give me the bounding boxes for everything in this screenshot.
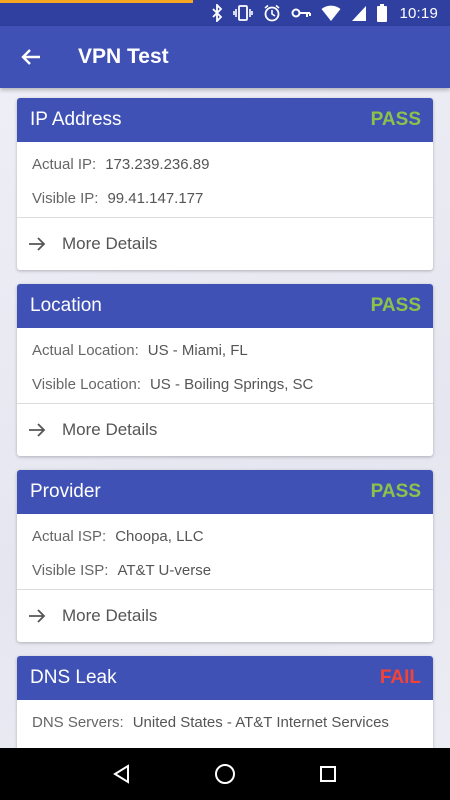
more-details-label: More Details bbox=[62, 420, 158, 439]
battery-icon bbox=[377, 4, 388, 22]
row-value: US - Boiling Springs, SC bbox=[149, 375, 314, 393]
recents-square-icon bbox=[320, 766, 337, 782]
vpn-key-icon bbox=[291, 8, 312, 18]
back-button[interactable] bbox=[0, 26, 62, 88]
card-title: Provider bbox=[30, 481, 101, 502]
more-details-button[interactable]: More Details bbox=[17, 404, 433, 456]
arrow-forward-icon bbox=[29, 237, 46, 251]
location-card: Location PASS Actual Location: US - Miam… bbox=[17, 284, 433, 456]
detail-row: Visible Location: US - Boiling Springs, … bbox=[17, 367, 433, 401]
status-progress-indicator bbox=[0, 0, 193, 3]
row-value: 99.41.147.177 bbox=[107, 189, 204, 207]
card-header: Provider PASS bbox=[17, 470, 433, 514]
status-icons bbox=[211, 4, 388, 22]
row-value: Choopa, LLC bbox=[115, 527, 204, 545]
dns-leak-card: DNS Leak FAIL DNS Servers: United States… bbox=[17, 656, 433, 748]
nav-home-button[interactable] bbox=[205, 754, 245, 794]
arrow-forward-icon bbox=[29, 609, 46, 623]
vibrate-icon bbox=[233, 5, 254, 21]
card-title: IP Address bbox=[30, 109, 122, 130]
ip-address-card: IP Address PASS Actual IP: 173.239.236.8… bbox=[17, 98, 433, 270]
more-details-label: More Details bbox=[62, 234, 158, 253]
arrow-forward-icon bbox=[29, 423, 46, 437]
card-title: Location bbox=[30, 295, 102, 316]
card-header: Location PASS bbox=[17, 284, 433, 328]
nav-back-button[interactable] bbox=[102, 754, 142, 794]
row-label: Visible ISP: bbox=[32, 561, 109, 579]
row-label: Actual ISP: bbox=[32, 527, 107, 545]
card-header: DNS Leak FAIL bbox=[17, 656, 433, 700]
status-badge: FAIL bbox=[379, 667, 421, 688]
card-title: DNS Leak bbox=[30, 667, 117, 688]
row-value: US - Miami, FL bbox=[147, 341, 248, 359]
detail-row: DNS Servers: United States - AT&T Intern… bbox=[17, 705, 433, 739]
app-bar: VPN Test bbox=[0, 26, 450, 88]
detail-row: Actual IP: 173.239.236.89 bbox=[17, 147, 433, 181]
card-header: IP Address PASS bbox=[17, 98, 433, 142]
detail-row: Visible ISP: AT&T U-verse bbox=[17, 553, 433, 587]
row-label: Visible IP: bbox=[32, 189, 99, 207]
detail-row: Visible IP: 99.41.147.177 bbox=[17, 181, 433, 215]
row-label: DNS Servers: bbox=[32, 713, 124, 731]
row-value: AT&T U-verse bbox=[117, 561, 212, 579]
row-value: 173.239.236.89 bbox=[105, 155, 210, 173]
nav-recents-button[interactable] bbox=[308, 754, 348, 794]
status-badge: PASS bbox=[370, 295, 421, 316]
bluetooth-icon bbox=[212, 4, 223, 22]
results-list[interactable]: IP Address PASS Actual IP: 173.239.236.8… bbox=[0, 88, 450, 748]
status-badge: PASS bbox=[370, 481, 421, 502]
detail-row: Actual Location: US - Miami, FL bbox=[17, 333, 433, 367]
page-title: VPN Test bbox=[78, 45, 169, 68]
navigation-bar bbox=[0, 748, 450, 800]
arrow-back-icon bbox=[21, 49, 40, 65]
more-details-label: More Details bbox=[62, 606, 158, 625]
detail-row: Actual ISP: Choopa, LLC bbox=[17, 519, 433, 553]
status-time: 10:19 bbox=[399, 4, 438, 22]
row-label: Actual Location: bbox=[32, 341, 139, 359]
back-triangle-icon bbox=[112, 764, 129, 784]
signal-icon bbox=[352, 6, 367, 21]
alarm-icon bbox=[264, 4, 280, 22]
row-label: Actual IP: bbox=[32, 155, 97, 173]
more-details-button[interactable]: More Details bbox=[17, 590, 433, 642]
detail-row bbox=[17, 739, 433, 748]
row-label: Visible Location: bbox=[32, 375, 141, 393]
wifi-icon bbox=[321, 5, 341, 22]
more-details-button[interactable]: More Details bbox=[17, 218, 433, 270]
status-bar: 10:19 bbox=[0, 0, 450, 26]
provider-card: Provider PASS Actual ISP: Choopa, LLC Vi… bbox=[17, 470, 433, 642]
home-circle-icon bbox=[214, 764, 235, 784]
status-badge: PASS bbox=[370, 109, 421, 130]
row-value: United States - AT&T Internet Services bbox=[132, 713, 389, 731]
